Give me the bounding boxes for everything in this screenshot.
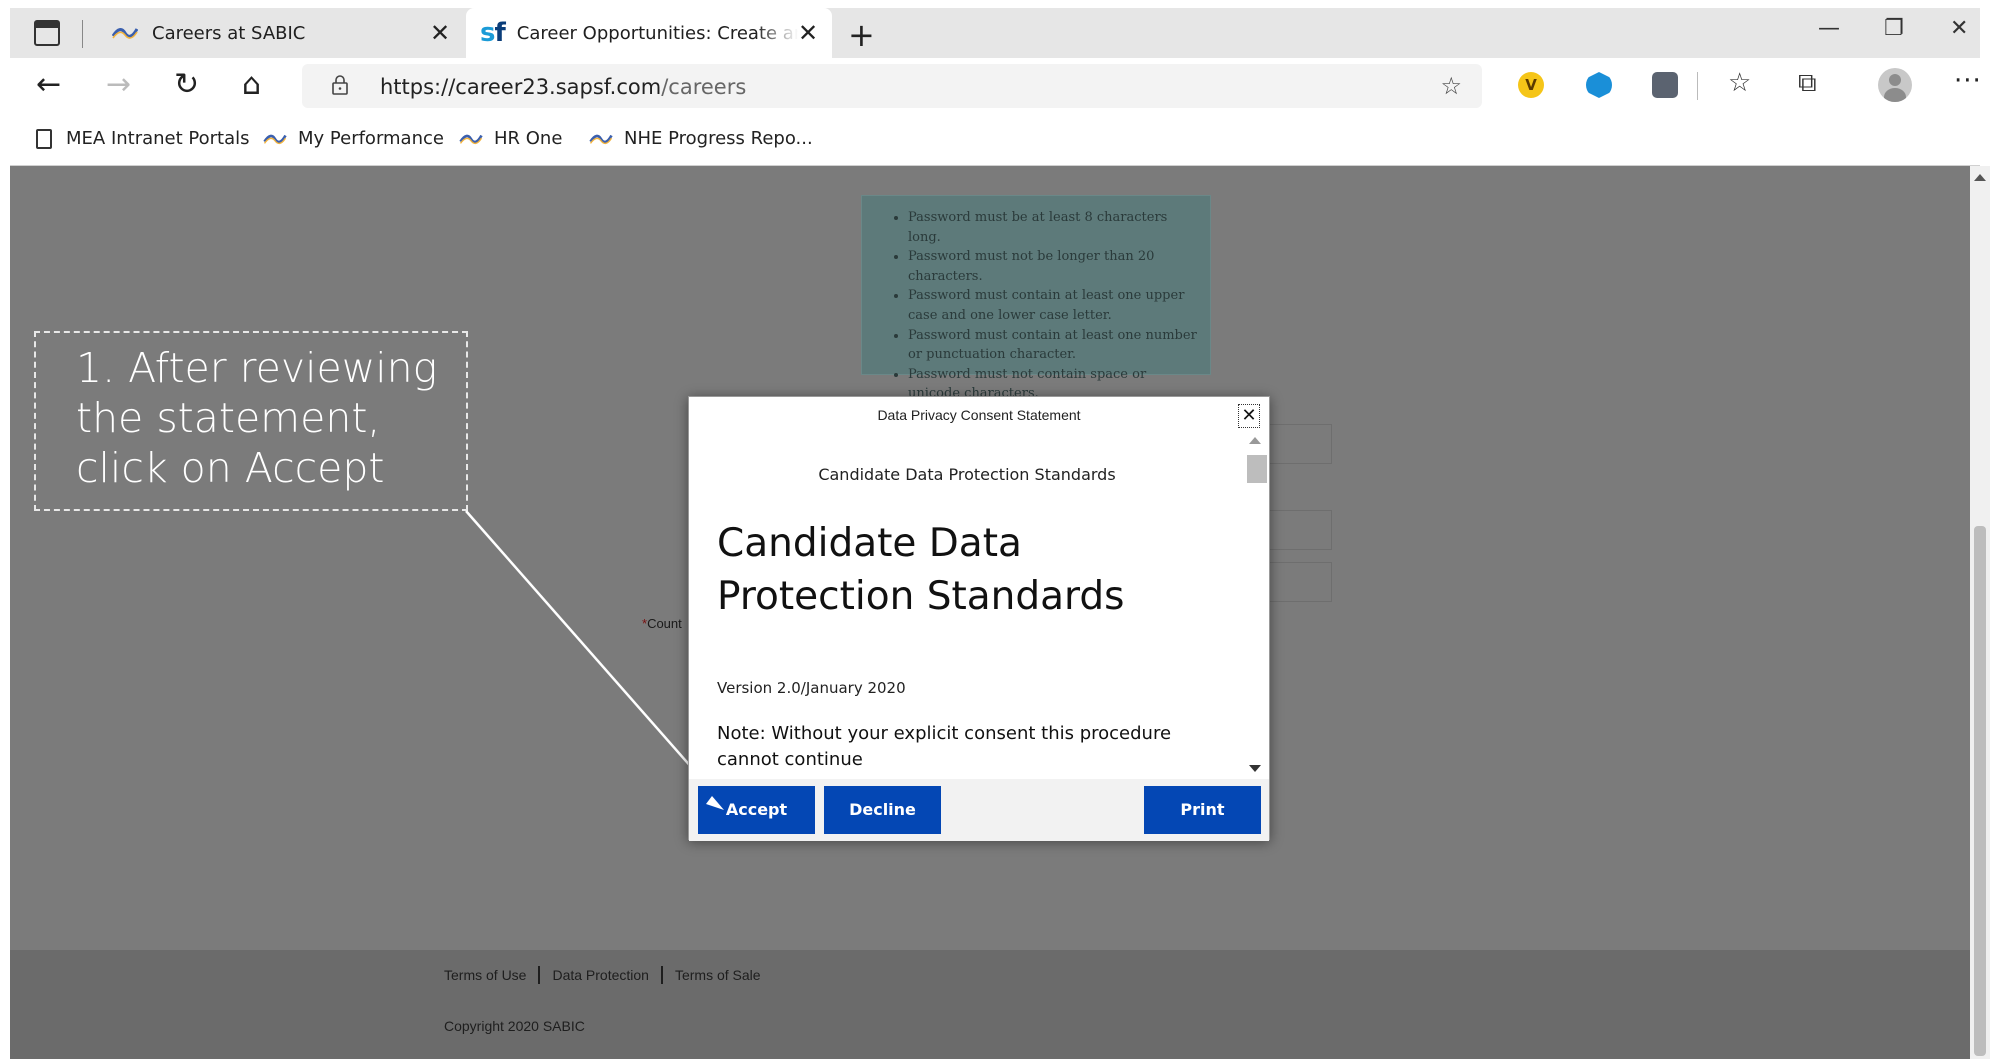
new-tab-icon[interactable]: + bbox=[848, 16, 875, 54]
tab-actions-icon[interactable] bbox=[34, 20, 60, 46]
scroll-thumb[interactable] bbox=[1247, 455, 1267, 483]
scroll-up-icon[interactable] bbox=[1249, 437, 1261, 444]
dialog-title: Data Privacy Consent Statement bbox=[877, 407, 1081, 423]
print-button[interactable]: Print bbox=[1144, 786, 1261, 834]
close-icon[interactable]: ✕ bbox=[1238, 404, 1260, 428]
form-input-behind-modal[interactable] bbox=[1260, 562, 1332, 602]
more-menu-icon[interactable]: ··· bbox=[1954, 66, 1982, 96]
bookmark-label: HR One bbox=[494, 128, 563, 149]
tab-career-opportunities[interactable]: sf Career Opportunities: Create an Accou… bbox=[466, 8, 832, 58]
restore-icon[interactable]: ❐ bbox=[1884, 16, 1904, 41]
footer-link-terms-of-use[interactable]: Terms of Use bbox=[444, 967, 526, 983]
refresh-icon[interactable]: ↻ bbox=[174, 68, 199, 102]
tab-title: Career Opportunities: Create an Account bbox=[516, 22, 798, 44]
url-text: https://career23.sapsf.com/careers bbox=[380, 75, 747, 99]
country-field-label: *Count bbox=[642, 616, 682, 631]
collections-icon[interactable]: ⧉ bbox=[1798, 68, 1817, 99]
bookmark-mea-intranet[interactable]: MEA Intranet Portals bbox=[36, 128, 250, 149]
lock-icon bbox=[332, 75, 348, 95]
bookmark-label: MEA Intranet Portals bbox=[66, 128, 250, 149]
password-rule: Password must not be longer than 20 char… bbox=[908, 247, 1200, 286]
decline-button[interactable]: Decline bbox=[824, 786, 941, 834]
footer-link-terms-of-sale[interactable]: Terms of Sale bbox=[675, 967, 761, 983]
forward-icon[interactable]: → bbox=[106, 68, 131, 102]
close-window-icon[interactable]: ✕ bbox=[1950, 16, 1968, 41]
form-input-behind-modal[interactable] bbox=[1260, 424, 1332, 464]
footer-separator bbox=[660, 966, 663, 984]
footer-links: Terms of Use Data Protection Terms of Sa… bbox=[444, 966, 761, 984]
sabic-wave-icon bbox=[112, 28, 138, 39]
scroll-thumb[interactable] bbox=[1974, 526, 1986, 1056]
scroll-up-icon[interactable] bbox=[1974, 174, 1986, 181]
consent-note: Note: Without your explicit consent this… bbox=[717, 723, 1172, 770]
bookmark-label: NHE Progress Repo... bbox=[624, 128, 813, 149]
password-rule: Password must contain at least one upper… bbox=[908, 286, 1200, 325]
extension-gray-icon[interactable] bbox=[1652, 72, 1678, 98]
bookmark-label: My Performance bbox=[298, 128, 444, 149]
footer-separator bbox=[538, 966, 541, 984]
copyright-text: Copyright 2020 SABIC bbox=[444, 1018, 585, 1034]
toolbar-separator bbox=[1697, 72, 1698, 100]
password-rule: Password must contain at least one numbe… bbox=[908, 326, 1200, 365]
browser-toolbar: ← → ↻ ⌂ https://career23.sapsf.com/caree… bbox=[10, 58, 1982, 116]
dialog-scrollbar[interactable] bbox=[1245, 433, 1267, 779]
sabic-wave-icon bbox=[459, 134, 483, 144]
tab-careers-at-sabic[interactable]: Careers at SABIC ✕ bbox=[94, 8, 464, 58]
tab-separator bbox=[82, 20, 83, 48]
dialog-subheading: Candidate Data Protection Standards bbox=[818, 465, 1116, 484]
minimize-icon[interactable]: — bbox=[1818, 16, 1840, 41]
password-rule: Password must be at least 8 characters l… bbox=[908, 208, 1200, 247]
sabic-wave-icon bbox=[589, 134, 613, 144]
tab-title: Careers at SABIC bbox=[152, 22, 306, 44]
dialog-footer: Accept Decline Print bbox=[689, 779, 1269, 841]
back-icon[interactable]: ← bbox=[36, 68, 61, 102]
dialog-heading: Candidate Data Protection Standards bbox=[717, 521, 1125, 619]
password-requirements-box: Password must be at least 8 characters l… bbox=[861, 195, 1211, 401]
form-input-behind-modal[interactable] bbox=[1260, 510, 1332, 550]
accept-button[interactable]: Accept bbox=[698, 786, 815, 834]
dialog-content[interactable]: Candidate Data Protection Standards Cand… bbox=[689, 433, 1245, 779]
address-bar[interactable]: https://career23.sapsf.com/careers ☆ bbox=[302, 64, 1482, 108]
profile-avatar[interactable] bbox=[1878, 68, 1912, 102]
version-text: Version 2.0/January 2020 bbox=[717, 679, 906, 697]
footer-link-data-protection[interactable]: Data Protection bbox=[552, 967, 649, 983]
data-privacy-consent-dialog: Data Privacy Consent Statement ✕ Candida… bbox=[688, 396, 1270, 841]
tab-strip: Careers at SABIC ✕ sf Career Opportuniti… bbox=[10, 8, 1980, 58]
bookmark-hr-one[interactable]: HR One bbox=[458, 128, 562, 149]
sabic-wave-icon bbox=[263, 134, 287, 144]
tutorial-callout: 1. After reviewing the statement, click … bbox=[34, 331, 468, 511]
bookmark-my-performance[interactable]: My Performance bbox=[262, 128, 444, 149]
add-favorite-icon[interactable]: ☆ bbox=[1440, 72, 1462, 100]
scroll-down-icon[interactable] bbox=[1249, 765, 1261, 772]
page-footer: Terms of Use Data Protection Terms of Sa… bbox=[10, 950, 1970, 1059]
extension-v-icon[interactable]: V bbox=[1518, 72, 1544, 98]
sf-logo-icon: sf bbox=[480, 18, 506, 48]
favorites-icon[interactable]: ☆ bbox=[1728, 68, 1751, 98]
home-icon[interactable]: ⌂ bbox=[242, 68, 261, 102]
page-icon bbox=[36, 128, 52, 149]
bookmarks-bar: MEA Intranet Portals My Performance HR O… bbox=[10, 116, 1980, 166]
bookmark-nhe-progress[interactable]: NHE Progress Repo... bbox=[588, 128, 813, 149]
extension-hexagon-icon[interactable] bbox=[1586, 72, 1612, 98]
close-tab-icon[interactable]: ✕ bbox=[798, 19, 818, 47]
close-tab-icon[interactable]: ✕ bbox=[430, 19, 450, 47]
page-scrollbar[interactable] bbox=[1970, 166, 1990, 1059]
